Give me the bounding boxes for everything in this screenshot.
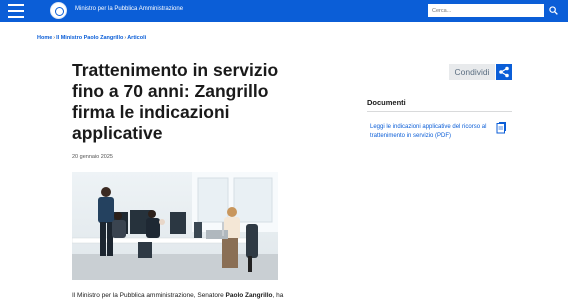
document-link-pdf[interactable]: Leggi le indicazioni applicative del ric…: [370, 123, 492, 141]
republic-emblem-icon[interactable]: [50, 2, 67, 19]
hamburger-menu-icon[interactable]: [8, 4, 24, 18]
search-input[interactable]: [428, 4, 544, 17]
share-label[interactable]: Condividi: [449, 64, 495, 80]
search-button[interactable]: [546, 3, 561, 18]
top-header-bar: Ministro per la Pubblica Amministrazione: [0, 0, 568, 22]
minister-name: Paolo Zangrillo: [225, 292, 273, 299]
office-scene-image: [72, 172, 278, 280]
article-title: Trattenimento in servizio fino a 70 anni…: [72, 60, 279, 143]
document-icon[interactable]: [496, 122, 507, 134]
article-body-text: Il Ministro per la Pubblica amministrazi…: [72, 292, 283, 299]
article-photo: [72, 172, 278, 280]
breadcrumb-home[interactable]: Home: [37, 35, 52, 41]
site-title[interactable]: Ministro per la Pubblica Amministrazione: [75, 6, 183, 12]
article-date: 20 gennaio 2025: [72, 154, 113, 160]
body-text-prefix: Il Ministro per la Pubblica amministrazi…: [72, 292, 226, 299]
magnifier-icon: [549, 6, 558, 15]
share-icon: [499, 66, 509, 78]
breadcrumb-articoli[interactable]: Articoli: [127, 35, 146, 41]
body-text-suffix: , ha: [272, 292, 284, 299]
breadcrumb: Home›Il Ministro Paolo Zangrillo›Articol…: [37, 35, 146, 41]
documents-divider: [367, 111, 512, 112]
breadcrumb-minister[interactable]: Il Ministro Paolo Zangrillo: [56, 35, 123, 41]
share-button[interactable]: [496, 64, 512, 80]
documents-heading: Documenti: [367, 98, 406, 107]
